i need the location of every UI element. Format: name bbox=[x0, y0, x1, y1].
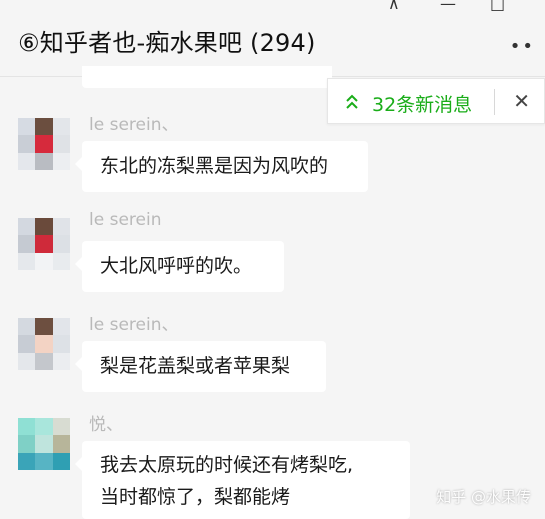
double-chevron-up-icon bbox=[346, 94, 358, 109]
avatar[interactable] bbox=[18, 118, 70, 170]
sender-name: le serein、 bbox=[89, 315, 179, 335]
minimize-icon[interactable]: — bbox=[440, 0, 456, 13]
message-bubble[interactable]: 梨是花盖梨或者苹果梨 bbox=[75, 341, 326, 392]
message-bubble[interactable]: 我去太原玩的时候还有烤梨吃, 当时都惊了，梨都能烤 bbox=[75, 441, 410, 519]
avatar[interactable] bbox=[18, 218, 70, 270]
avatar[interactable] bbox=[18, 318, 70, 370]
message-bubble[interactable]: 大北风呼呼的吹。 bbox=[75, 241, 284, 292]
sender-name: 悦、 bbox=[89, 415, 123, 435]
watermark: 知乎 @水果传 bbox=[436, 488, 531, 506]
message-text: 梨是花盖梨或者苹果梨 bbox=[100, 355, 291, 377]
message-bubble[interactable]: 东北的冻梨黑是因为风吹的 bbox=[75, 141, 368, 192]
new-messages-banner[interactable]: 32条新消息 ✕ bbox=[327, 78, 545, 124]
message-text: 东北的冻梨黑是因为风吹的 bbox=[100, 155, 329, 177]
new-messages-label[interactable]: 32条新消息 bbox=[372, 90, 472, 117]
avatar[interactable] bbox=[18, 418, 70, 470]
chat-title: ⑥知乎者也-痴水果吧 (294) bbox=[18, 29, 316, 57]
banner-divider bbox=[494, 89, 495, 115]
sender-name: le serein bbox=[89, 210, 162, 230]
pin-icon[interactable]: ⊼ bbox=[388, 0, 400, 13]
close-icon[interactable]: ✕ bbox=[513, 89, 530, 113]
maximize-icon[interactable]: □ bbox=[490, 0, 505, 13]
message-text-line: 我去太原玩的时候还有烤梨吃, bbox=[100, 454, 354, 476]
message-text-line: 当时都惊了，梨都能烤 bbox=[100, 486, 291, 508]
more-icon[interactable]: •• bbox=[510, 36, 535, 57]
sender-name: le serein、 bbox=[89, 115, 179, 135]
previous-message-bubble bbox=[82, 66, 332, 88]
message-text: 大北风呼呼的吹。 bbox=[100, 255, 253, 277]
